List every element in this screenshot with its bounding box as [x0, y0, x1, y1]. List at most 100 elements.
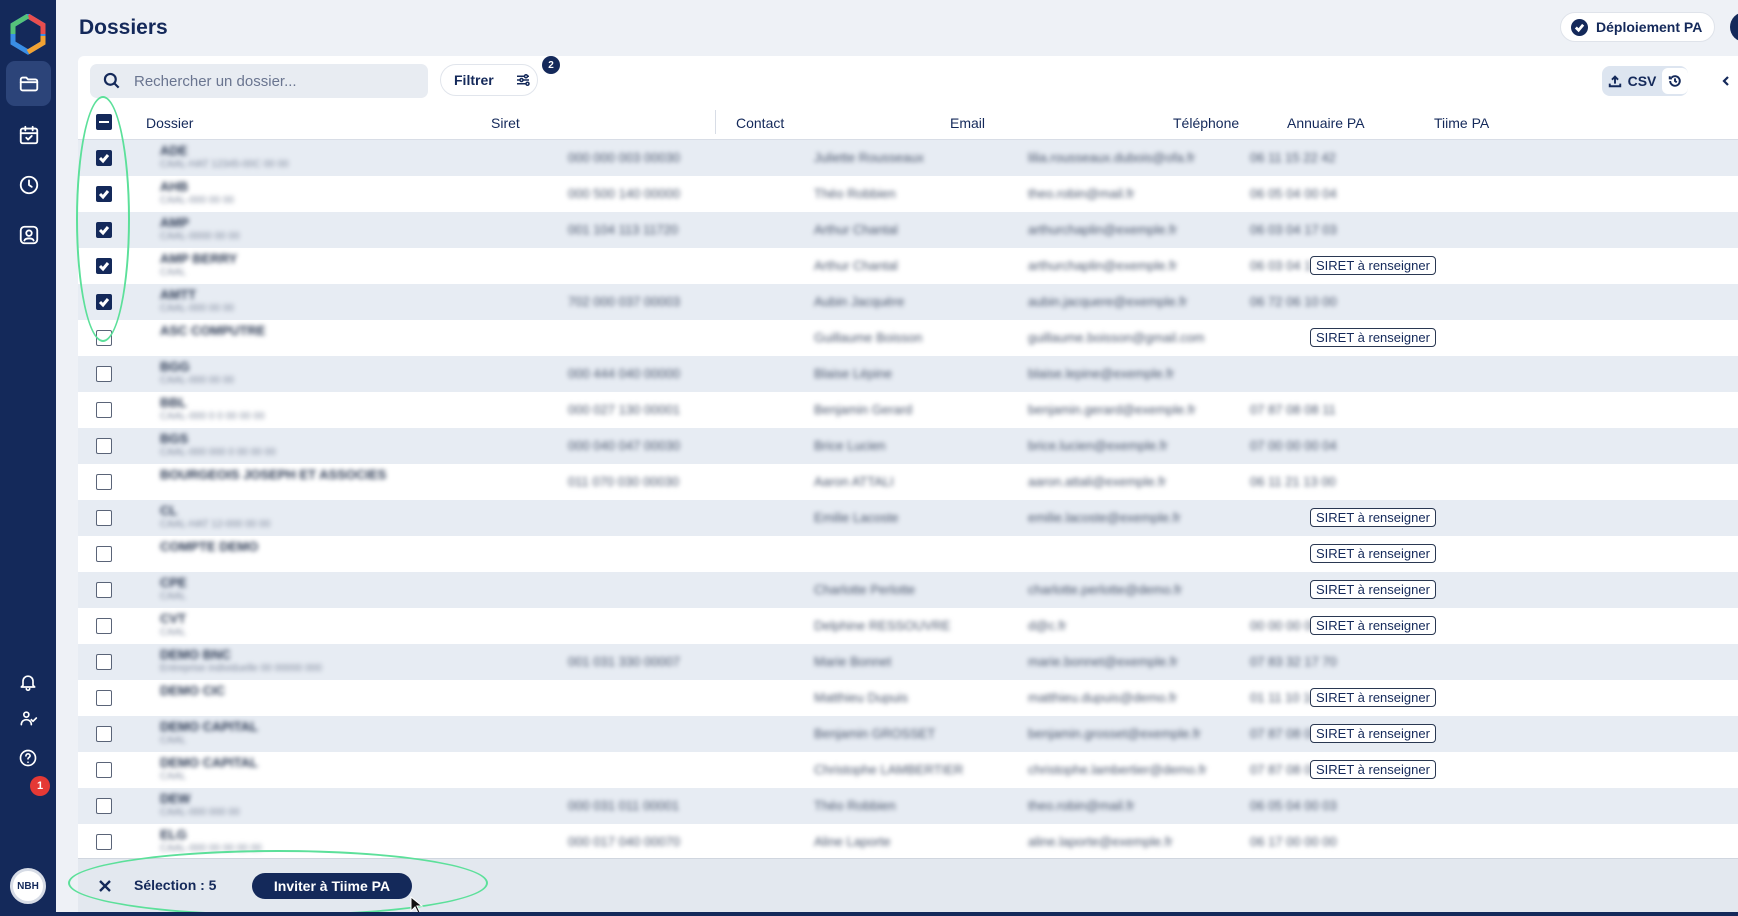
dossier-name[interactable]: DEMO BNC: [160, 647, 231, 662]
dossier-name[interactable]: BOURGEOIS JOSEPH ET ASSOCIES: [160, 467, 386, 482]
row-checkbox[interactable]: [96, 834, 112, 850]
column-header-annuaire-pa[interactable]: Annuaire PA: [1287, 115, 1365, 131]
search-input[interactable]: [134, 72, 414, 90]
table-row[interactable]: CPE CAAL Charlotte Perlotte charlotte.perlo…: [78, 572, 1738, 608]
dossier-name[interactable]: ASC COMPUTRE: [160, 323, 265, 338]
siret-missing-badge[interactable]: SIRET à renseigner: [1310, 328, 1436, 347]
dossier-name[interactable]: CVT: [160, 611, 186, 626]
column-header-tiime-pa[interactable]: Tiime PA: [1434, 115, 1489, 131]
row-checkbox[interactable]: [96, 474, 112, 490]
search-box[interactable]: [90, 64, 428, 98]
column-header-siret[interactable]: Siret: [491, 115, 520, 131]
dossier-name[interactable]: DEW: [160, 791, 190, 806]
table-row[interactable]: DEMO BNC Entreprise individuelle 00 00000…: [78, 644, 1738, 680]
table-row[interactable]: BOURGEOIS JOSEPH ET ASSOCIES 011 070 030 …: [78, 464, 1738, 500]
dossier-name[interactable]: DEMO CAPITAL: [160, 755, 258, 770]
row-checkbox[interactable]: [96, 258, 112, 274]
table-row[interactable]: ASC COMPUTRE Guillaume Boisson guillaume.b…: [78, 320, 1738, 356]
dossier-name[interactable]: DEMO CIC: [160, 683, 225, 698]
row-checkbox[interactable]: [96, 690, 112, 706]
dossier-name[interactable]: CL: [160, 503, 177, 518]
select-all-checkbox[interactable]: [96, 114, 112, 130]
side-panel-edge[interactable]: [1730, 12, 1738, 42]
row-checkbox[interactable]: [96, 222, 112, 238]
nav-folders[interactable]: [6, 61, 51, 106]
row-checkbox[interactable]: [96, 366, 112, 382]
column-header-telephone[interactable]: Téléphone: [1173, 115, 1239, 131]
table-row[interactable]: BBL CAAL-000 0 0 00 00 00 000 027 130 0000…: [78, 392, 1738, 428]
row-checkbox[interactable]: [96, 582, 112, 598]
column-divider[interactable]: [715, 110, 716, 134]
avatar[interactable]: NBH: [10, 868, 46, 904]
table-row[interactable]: AMP BERRY CAAL Arthur Chantal arthurchaplin…: [78, 248, 1738, 284]
dossier-name[interactable]: BGS: [160, 431, 188, 446]
table-row[interactable]: DEW CAAL-000 000 00 000 031 011 00001 Théo …: [78, 788, 1738, 824]
csv-export-button[interactable]: CSV: [1602, 66, 1662, 96]
dossier-name[interactable]: BGG: [160, 359, 190, 374]
row-checkbox[interactable]: [96, 762, 112, 778]
dossier-name[interactable]: BBL: [160, 395, 187, 410]
clear-selection-button[interactable]: [94, 875, 116, 897]
row-checkbox[interactable]: [96, 654, 112, 670]
invite-tiime-pa-button[interactable]: Inviter à Tiime PA: [252, 873, 412, 899]
dossier-name[interactable]: AMP: [160, 215, 189, 230]
row-checkbox[interactable]: [96, 150, 112, 166]
table-row[interactable]: DEMO CIC Matthieu Dupuis matthieu.dupuis@d…: [78, 680, 1738, 716]
row-checkbox[interactable]: [96, 510, 112, 526]
dossier-name[interactable]: ELG: [160, 827, 187, 842]
siret-missing-badge[interactable]: SIRET à renseigner: [1310, 688, 1436, 707]
table-row[interactable]: DEMO CAPITAL CAAL Benjamin GROSSET benjamin…: [78, 716, 1738, 752]
nav-history[interactable]: [6, 162, 51, 207]
row-checkbox[interactable]: [96, 294, 112, 310]
table-row[interactable]: AMP CAAL-0000 00 00 001 104 113 11720 Arthu…: [78, 212, 1738, 248]
deploy-pa-button[interactable]: Déploiement PA: [1560, 12, 1716, 42]
users-button[interactable]: [16, 706, 40, 730]
dossier-name[interactable]: CPE: [160, 575, 187, 590]
dossier-name[interactable]: AMP BERRY: [160, 251, 237, 266]
dossier-name[interactable]: ADE: [160, 143, 187, 158]
dossier-subtitle: CAAL-000 00 00: [160, 303, 234, 314]
help-button[interactable]: [16, 746, 40, 770]
table-row[interactable]: CVT CAAL Delphine RESSOUVRE d@c.fr 00 00 00 …: [78, 608, 1738, 644]
row-checkbox[interactable]: [96, 330, 112, 346]
row-checkbox[interactable]: [96, 402, 112, 418]
export-history-button[interactable]: [1662, 68, 1688, 94]
table-row[interactable]: ADE CAAL-HAT 12345-00C 00 00 000 000 003 0…: [78, 140, 1738, 176]
siret-missing-badge[interactable]: SIRET à renseigner: [1310, 544, 1436, 563]
email-cell: lilia.rousseaux.dubois@ofa.fr: [1028, 150, 1196, 165]
siret-missing-badge[interactable]: SIRET à renseigner: [1310, 508, 1436, 527]
row-checkbox[interactable]: [96, 438, 112, 454]
close-icon: [99, 880, 111, 892]
nav-contacts[interactable]: [6, 212, 51, 257]
collapse-panel-button[interactable]: [1718, 70, 1734, 92]
table-row[interactable]: COMPTE DEMO SIRET à renseigner: [78, 536, 1738, 572]
dossier-name[interactable]: AHB: [160, 179, 188, 194]
siret-missing-badge[interactable]: SIRET à renseigner: [1310, 616, 1436, 635]
siret-missing-badge[interactable]: SIRET à renseigner: [1310, 256, 1436, 275]
table-row[interactable]: ELG CAAL-000 00 00 00 00 000 017 040 00070…: [78, 824, 1738, 860]
table-row[interactable]: CL CAAL-HAT 12-000 00 00 Emilie Lacoste emi…: [78, 500, 1738, 536]
siret-missing-badge[interactable]: SIRET à renseigner: [1310, 724, 1436, 743]
app-logo[interactable]: [10, 13, 46, 56]
table-row[interactable]: BGS CAAL-000 000 0 00 00 00 000 040 047 00…: [78, 428, 1738, 464]
column-header-dossier[interactable]: Dossier: [146, 115, 193, 131]
table-row[interactable]: AHB CAAL-000 00 00 000 500 140 00000 Théo R…: [78, 176, 1738, 212]
notifications-button[interactable]: [16, 670, 40, 694]
row-checkbox[interactable]: [96, 186, 112, 202]
table-row[interactable]: BGG CAAL-000 00 00 000 444 040 00000 Blaise…: [78, 356, 1738, 392]
siret-missing-badge[interactable]: SIRET à renseigner: [1310, 760, 1436, 779]
nav-calendar[interactable]: [6, 112, 51, 157]
siret-missing-badge[interactable]: SIRET à renseigner: [1310, 580, 1436, 599]
dossier-name[interactable]: COMPTE DEMO: [160, 539, 258, 554]
row-checkbox[interactable]: [96, 546, 112, 562]
dossier-name[interactable]: AMTT: [160, 287, 196, 302]
table-row[interactable]: AMTT CAAL-000 00 00 702 000 037 00003 Aubin…: [78, 284, 1738, 320]
column-header-contact[interactable]: Contact: [736, 115, 784, 131]
column-header-email[interactable]: Email: [950, 115, 985, 131]
dossier-name[interactable]: DEMO CAPITAL: [160, 719, 258, 734]
filter-button[interactable]: Filtrer: [440, 64, 538, 96]
row-checkbox[interactable]: [96, 726, 112, 742]
row-checkbox[interactable]: [96, 798, 112, 814]
row-checkbox[interactable]: [96, 618, 112, 634]
table-row[interactable]: DEMO CAPITAL CAAL Christophe LAMBERTIER chr…: [78, 752, 1738, 788]
